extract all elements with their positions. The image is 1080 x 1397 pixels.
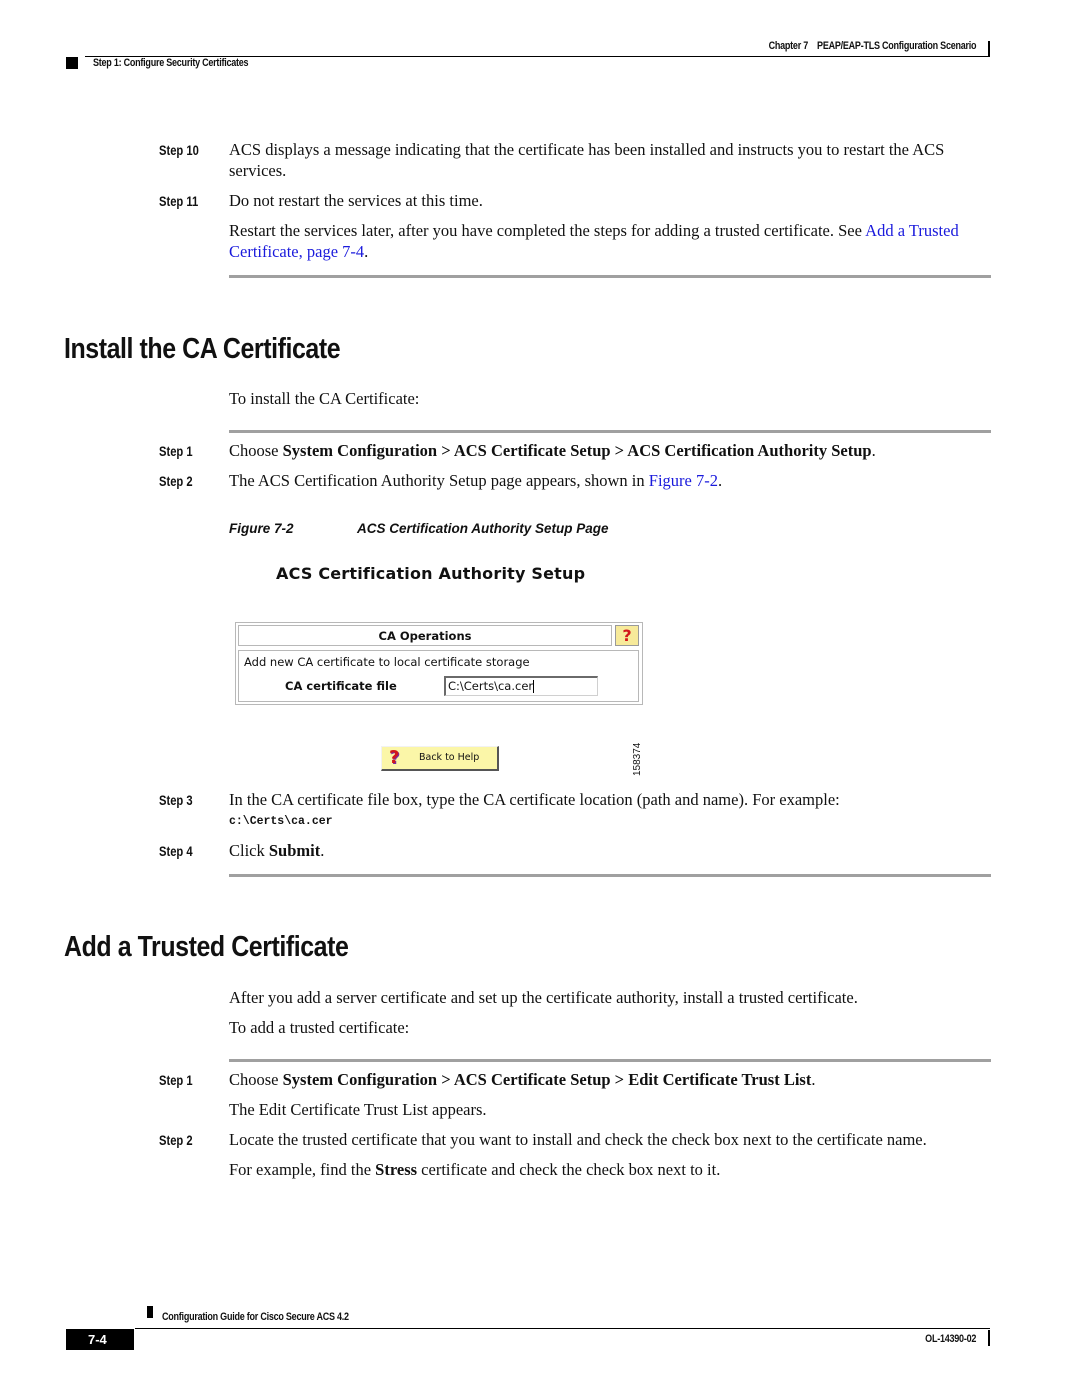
figure-7-2-link[interactable]: Figure 7-2 [649, 471, 718, 490]
help-icon[interactable]: ? [615, 625, 639, 646]
step-label: Step 2 [159, 473, 193, 489]
ca-operations-header: CA Operations [238, 625, 612, 646]
section-intro: To install the CA Certificate: [229, 389, 420, 408]
step-label: Step 11 [159, 193, 199, 209]
menu-path: System Configuration > ACS Certificate S… [282, 441, 872, 460]
back-to-help-label: Back to Help [419, 752, 480, 763]
step-label: Step 2 [159, 1132, 193, 1148]
text-caret [533, 680, 535, 693]
footer-bar [988, 1330, 990, 1346]
section-divider [229, 430, 991, 433]
ca-certificate-file-input[interactable]: C:\Certs\ca.cer [444, 676, 598, 696]
footer-rule [135, 1328, 990, 1329]
note-text-end: . [364, 242, 369, 261]
submit-term: Submit [268, 841, 321, 860]
step-text: In the CA certificate file box, type the… [229, 790, 840, 809]
section-intro: To add a trusted certificate: [229, 1018, 410, 1037]
step-result: The Edit Certificate Trust List appears. [229, 1100, 487, 1119]
example-path: c:\Certs\ca.cer [229, 815, 333, 828]
intro-note: Restart the services later, after you ha… [229, 220, 994, 262]
step-label: Step 10 [159, 142, 199, 158]
footer-guide-title: Configuration Guide for Cisco Secure ACS… [162, 1311, 349, 1323]
section-heading-add-trusted: Add a Trusted Certificate [64, 931, 349, 963]
figure-page-title: ACS Certification Authority Setup [276, 564, 586, 583]
step-text: Click Submit. [229, 841, 325, 860]
running-header-chapter: Chapter 7 PEAP/EAP-TLS Configuration Sce… [768, 40, 976, 52]
section-heading-install-ca: Install the CA Certificate [64, 333, 341, 365]
step-label: Step 4 [159, 843, 193, 859]
header-bar [988, 41, 990, 56]
back-to-help-button[interactable]: ? Back to Help [381, 746, 499, 771]
ca-certificate-file-label: CA certificate file [285, 679, 397, 693]
step-text: ACS displays a message indicating that t… [229, 140, 945, 180]
step-text: Do not restart the services at this time… [229, 191, 483, 210]
section-divider [229, 1059, 991, 1062]
figure-caption-title: ACS Certification Authority Setup Page [357, 521, 609, 536]
chapter-number: Chapter 7 [768, 40, 808, 52]
figure-id: 158374 [632, 742, 643, 776]
page-number: 7-4 [66, 1329, 134, 1350]
running-header-section: Step 1: Configure Security Certificates [93, 57, 249, 69]
step-text: Locate the trusted certificate that you … [229, 1130, 927, 1149]
help-question-icon: ? [389, 747, 400, 768]
footer-square-marker [147, 1306, 153, 1318]
ca-description: Add new CA certificate to local certific… [244, 655, 530, 669]
header-square-marker [66, 57, 78, 69]
section-intro: After you add a server certificate and s… [229, 988, 858, 1007]
step-text: Choose System Configuration > ACS Certif… [229, 1070, 816, 1089]
section-divider [229, 275, 991, 278]
step-label: Step 3 [159, 792, 193, 808]
step-text: Choose System Configuration > ACS Certif… [229, 441, 876, 460]
section-divider [229, 874, 991, 877]
chapter-title: PEAP/EAP-TLS Configuration Scenario [816, 40, 977, 52]
stress-term: Stress [375, 1160, 418, 1179]
note-text: Restart the services later, after you ha… [229, 221, 866, 240]
document-number: OL-14390-02 [925, 1333, 976, 1345]
step-label: Step 1 [159, 1072, 193, 1088]
menu-path: System Configuration > ACS Certificate S… [282, 1070, 812, 1089]
step-example: For example, find the Stress certificate… [229, 1160, 721, 1179]
step-text: The ACS Certification Authority Setup pa… [229, 471, 723, 490]
step-label: Step 1 [159, 443, 193, 459]
figure-caption-number: Figure 7-2 [229, 521, 294, 536]
